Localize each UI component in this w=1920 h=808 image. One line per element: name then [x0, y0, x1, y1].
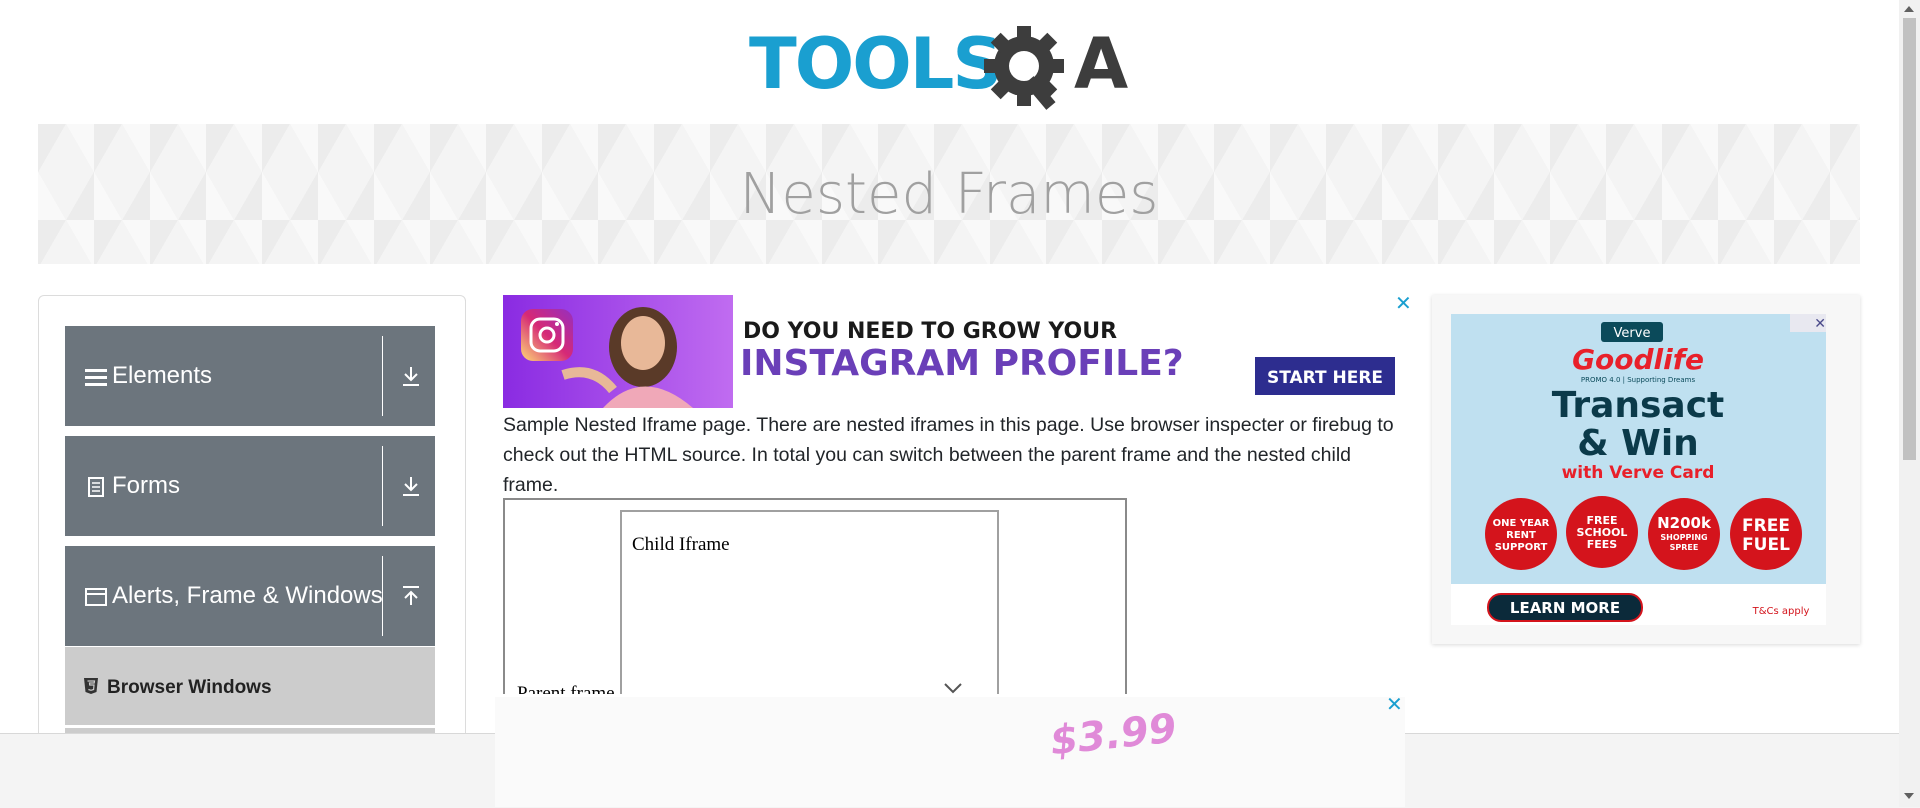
child-iframe[interactable]: Child Iframe: [620, 510, 999, 694]
close-icon[interactable]: ✕: [1395, 294, 1413, 314]
divider: [382, 446, 383, 526]
learn-more-label: LEARN MORE: [1510, 599, 1620, 617]
scroll-thumb[interactable]: [1903, 18, 1916, 460]
svg-text:FUEL: FUEL: [1742, 535, 1790, 555]
sidebar-item-browser-windows[interactable]: Browser Windows: [65, 647, 435, 725]
scroll-up-icon[interactable]: [1904, 6, 1914, 12]
download-arrow-icon[interactable]: [399, 364, 423, 388]
sidebar-group-elements[interactable]: Elements: [65, 326, 435, 426]
ad-headline-1: DO YOU NEED TO GROW YOUR: [743, 319, 1117, 344]
child-iframe-label: Child Iframe: [632, 534, 730, 555]
svg-text:FEES: FEES: [1587, 538, 1618, 551]
window-icon: [85, 588, 107, 606]
bottom-ad[interactable]: [495, 697, 1405, 807]
goodlife-title: Goodlife: [1572, 343, 1704, 376]
close-icon[interactable]: ✕: [1790, 314, 1826, 332]
toolsqa-logo[interactable]: TOOLS A: [749, 18, 1153, 114]
sidebar-group-alerts-frame-windows[interactable]: Alerts, Frame & Windows: [65, 546, 435, 646]
intro-text: Sample Nested Iframe page. There are nes…: [503, 414, 1394, 496]
scroll-down-icon[interactable]: [1904, 793, 1914, 799]
svg-text:N200k: N200k: [1657, 514, 1712, 532]
sidebar-group-label: Forms: [112, 472, 180, 499]
svg-text:RENT: RENT: [1506, 530, 1536, 541]
headline-transact: Transact: [1552, 385, 1725, 426]
tc-label: T&Cs apply: [1752, 606, 1810, 617]
verve-ad[interactable]: Verve Goodlife PROMO 4.0 | Supporting Dr…: [1432, 295, 1860, 644]
sidebar-group-label: Elements: [112, 362, 213, 389]
download-arrow-icon[interactable]: [399, 474, 423, 498]
instagram-icon: [521, 309, 573, 361]
start-here-label: START HERE: [1267, 368, 1383, 388]
document-icon: [88, 477, 104, 497]
page-banner: Nested Frames: [38, 124, 1860, 264]
sidebar-group-forms[interactable]: Forms: [65, 436, 435, 536]
tagline: with Verve Card: [1562, 463, 1715, 483]
sidebar-item-label: Browser Windows: [107, 677, 272, 698]
html5-icon: [84, 678, 98, 694]
page-scrollbar[interactable]: [1899, 0, 1920, 807]
page-title: Nested Frames: [739, 162, 1159, 227]
chevron-down-icon[interactable]: [944, 682, 962, 694]
svg-text:SUPPORT: SUPPORT: [1495, 542, 1548, 553]
upload-arrow-icon[interactable]: [399, 584, 423, 608]
close-icon[interactable]: ✕: [1386, 695, 1404, 715]
svg-text:SHOPPING: SHOPPING: [1660, 533, 1707, 542]
sidebar-group-label: Alerts, Frame & Windows: [112, 582, 383, 609]
svg-text:SPREE: SPREE: [1670, 543, 1699, 552]
divider: [382, 556, 383, 636]
divider: [382, 336, 383, 416]
svg-text:FREE: FREE: [1742, 516, 1790, 536]
instagram-ad-banner[interactable]: DO YOU NEED TO GROW YOUR INSTAGRAM PROFI…: [503, 295, 1395, 408]
hamburger-icon: [85, 369, 107, 386]
headline-win: & Win: [1577, 423, 1699, 464]
svg-text:ONE YEAR: ONE YEAR: [1493, 518, 1550, 529]
ad-headline-2: INSTAGRAM PROFILE?: [740, 343, 1184, 384]
promo-subtitle: PROMO 4.0 | Supporting Dreams: [1581, 376, 1696, 384]
logo-text-tools: TOOLS: [749, 23, 1001, 105]
sidebar: Elements Forms Alerts, Frame & Windows B…: [38, 295, 466, 757]
verve-ad-creative[interactable]: Verve Goodlife PROMO 4.0 | Supporting Dr…: [1451, 314, 1826, 625]
parent-frame-label: Parent frame: [517, 683, 615, 694]
parent-frame[interactable]: Parent frame Child Iframe: [503, 498, 1127, 694]
logo-text-a: A: [1074, 23, 1128, 105]
verve-brand: Verve: [1614, 326, 1651, 341]
